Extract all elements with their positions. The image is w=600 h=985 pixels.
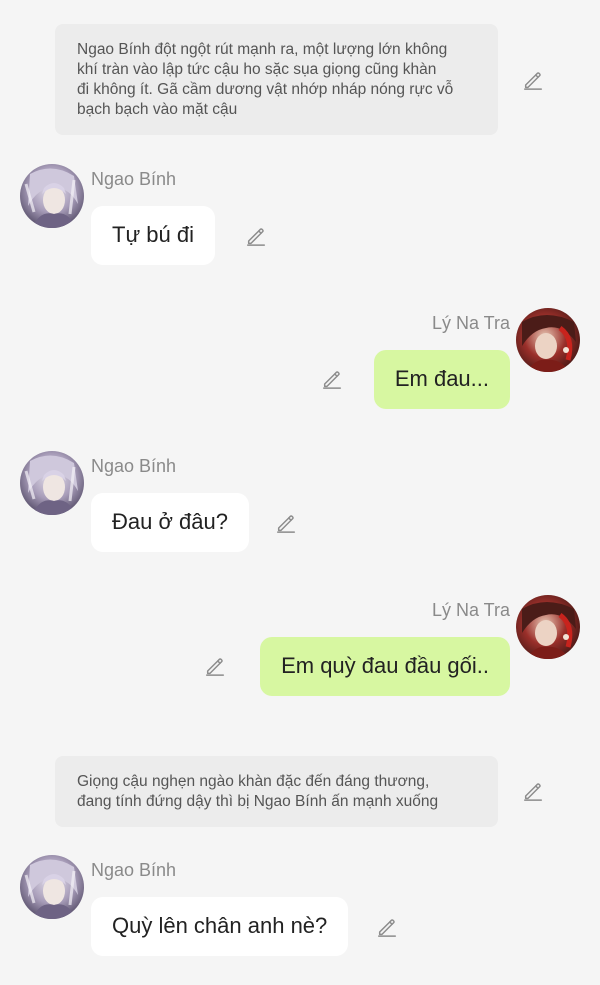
sender-name: Ngao Bính: [91, 860, 177, 880]
pencil-edit-icon: [524, 72, 542, 90]
pencil-edit-icon: [206, 658, 224, 676]
message-bubble: Đau ở đâu?: [91, 493, 249, 552]
avatar-ly-na-tra[interactable]: [516, 308, 580, 372]
avatar-ly-na-tra[interactable]: [516, 595, 580, 659]
pencil-edit-icon: [378, 919, 396, 937]
avatar-ly-na-tra-image: [516, 595, 580, 659]
sender-name: Ngao Bính: [91, 456, 177, 476]
sender-name: Ngao Bính: [91, 169, 177, 189]
avatar-ngao-binh-image: [20, 855, 84, 919]
narration-box: Ngao Bính đột ngột rút mạnh ra, một lượn…: [55, 24, 498, 135]
message-bubble: Tự bú đi: [91, 206, 215, 265]
avatar-ngao-binh[interactable]: [20, 855, 84, 919]
edit-message-button[interactable]: [202, 653, 228, 679]
edit-message-button[interactable]: [319, 366, 345, 392]
sender-name: Lý Na Tra: [431, 600, 510, 620]
edit-message-button[interactable]: [273, 510, 299, 536]
edit-message-button[interactable]: [374, 914, 400, 940]
edit-message-button[interactable]: [243, 223, 269, 249]
pencil-edit-icon: [323, 371, 341, 389]
message-bubble: Em quỳ đau đầu gối..: [260, 637, 510, 696]
avatar-ly-na-tra-image: [516, 308, 580, 372]
avatar-ngao-binh[interactable]: [20, 164, 84, 228]
avatar-ngao-binh-image: [20, 164, 84, 228]
pencil-edit-icon: [277, 515, 295, 533]
pencil-edit-icon: [247, 228, 265, 246]
sender-name: Lý Na Tra: [431, 313, 510, 333]
edit-narration-button[interactable]: [520, 67, 546, 93]
avatar-ngao-binh[interactable]: [20, 451, 84, 515]
edit-narration-button[interactable]: [520, 778, 546, 804]
pencil-edit-icon: [524, 783, 542, 801]
message-bubble: Em đau...: [373, 350, 510, 409]
narration-box: Giọng cậu nghẹn ngào khàn đặc đến đáng t…: [55, 756, 498, 827]
avatar-ngao-binh-image: [20, 451, 84, 515]
message-bubble: Quỳ lên chân anh nè?: [91, 897, 349, 956]
